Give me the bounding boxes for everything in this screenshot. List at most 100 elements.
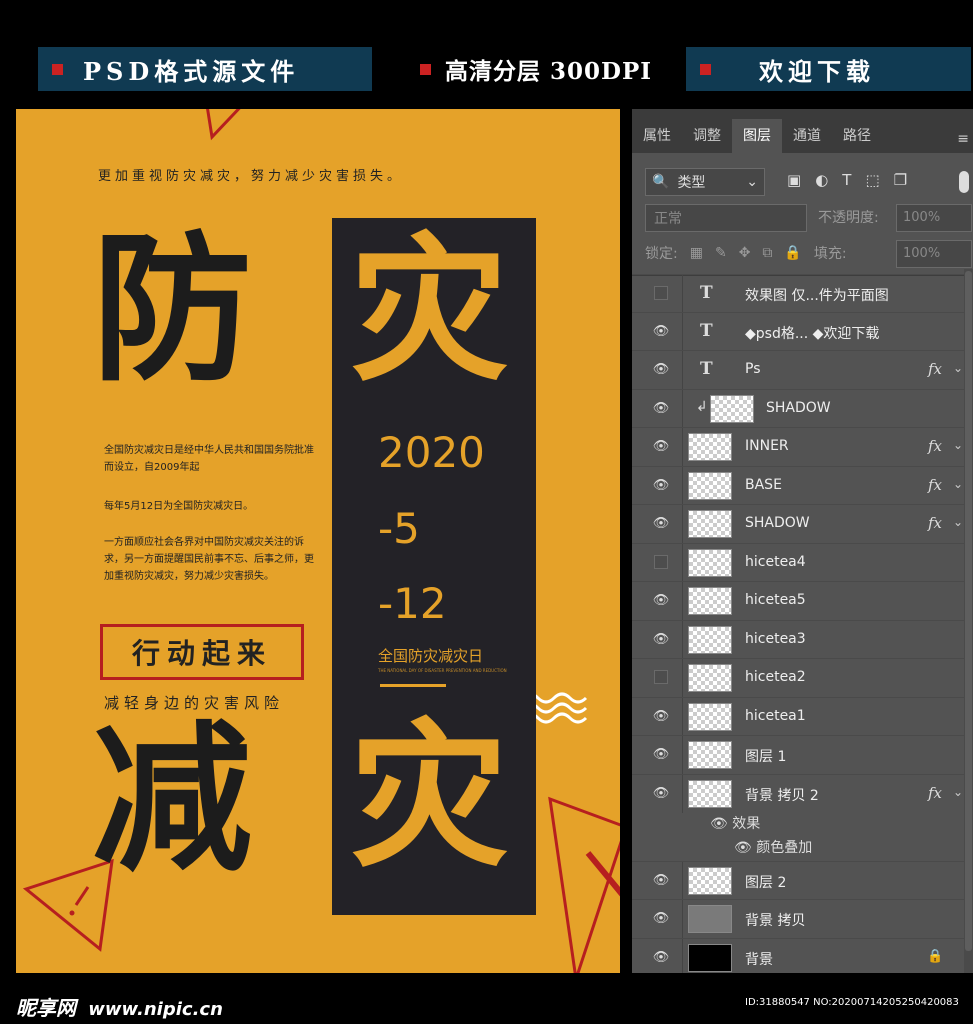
- eye-icon[interactable]: 👁: [652, 949, 670, 967]
- poster-canvas: 更加重视防灾减灾，努力减少灾害损失。 防 减 灾 2020 -5 -12 全国防…: [16, 109, 620, 973]
- panel-menu-icon[interactable]: ≡: [957, 131, 969, 147]
- layer-row[interactable]: hicetea2: [632, 658, 964, 697]
- action-box: 行动起来: [100, 624, 304, 680]
- search-icon: 🔍: [652, 174, 670, 190]
- filter-toggle[interactable]: [959, 171, 969, 193]
- layer-row[interactable]: 👁 hicetea5: [632, 581, 964, 620]
- divider: [682, 467, 683, 505]
- chevron-down-icon: ⌄: [746, 174, 758, 190]
- layer-row[interactable]: T 效果图 仅...件为平面图: [632, 274, 964, 313]
- eye-icon[interactable]: 👁: [652, 438, 670, 456]
- layers-panel: 属性 调整 图层 通道 路径 ≡ 🔍 类型 ⌄ ▣ ◐ T ⬚ ❐ 正常 不透明…: [632, 109, 973, 973]
- eye-icon[interactable]: 👁: [652, 708, 670, 726]
- layer-filter-dropdown[interactable]: 🔍 类型 ⌄: [645, 168, 765, 196]
- layer-row[interactable]: hicetea4: [632, 543, 964, 582]
- visibility-off-box[interactable]: [654, 670, 668, 684]
- eye-icon[interactable]: 👁: [652, 361, 670, 379]
- layer-row[interactable]: 👁 INNER fx ⌄: [632, 427, 964, 466]
- chevron-down-icon[interactable]: ⌄: [953, 477, 963, 491]
- eye-icon[interactable]: 👁: [652, 400, 670, 418]
- layer-row[interactable]: 👁 hicetea1: [632, 697, 964, 736]
- layer-thumbnail: [688, 510, 732, 538]
- layer-row[interactable]: 👁 背景 拷贝 2 fx ⌄: [632, 774, 964, 813]
- fill-input[interactable]: 100%: [896, 240, 972, 268]
- layer-scrollbar[interactable]: [964, 269, 973, 973]
- layer-row[interactable]: 👁 背景 拷贝: [632, 899, 964, 938]
- headline-char-zai: 灾: [350, 704, 508, 889]
- tab-layers[interactable]: 图层: [732, 119, 782, 153]
- layer-row[interactable]: 👁 图层 2: [632, 861, 964, 900]
- paragraph: 一方面顺应社会各界对中国防灾减灾关注的诉求，另一方面提醒国民前事不忘、后事之师，…: [104, 537, 314, 582]
- layer-thumbnail: [688, 780, 732, 808]
- layer-row[interactable]: 👁 ↲ SHADOW: [632, 389, 964, 428]
- layer-name: INNER: [745, 438, 789, 454]
- chevron-down-icon[interactable]: ⌄: [953, 438, 963, 452]
- lock-row: 锁定: ▦ ✎ ✥ ⧉ 🔒 填充:: [645, 243, 847, 263]
- layer-thumbnail: [688, 626, 732, 654]
- divider: [682, 659, 683, 697]
- divider: [682, 736, 683, 774]
- layer-name: hicetea1: [745, 708, 806, 724]
- fx-icon[interactable]: fx: [928, 360, 942, 378]
- layer-row[interactable]: 👁 SHADOW fx ⌄: [632, 504, 964, 543]
- lock-transparent-icon[interactable]: ▦: [690, 245, 703, 261]
- eye-icon[interactable]: 👁: [652, 477, 670, 495]
- eye-icon[interactable]: 👁: [710, 816, 728, 832]
- divider: [682, 390, 683, 428]
- layer-row[interactable]: 👁 hicetea3: [632, 620, 964, 659]
- lock-artboard-icon[interactable]: ⧉: [762, 245, 772, 261]
- logo-cn: 昵享网: [16, 996, 76, 1020]
- chevron-down-icon[interactable]: ⌄: [953, 515, 963, 529]
- shape-filter-icon[interactable]: ⬚: [865, 171, 879, 189]
- layer-row[interactable]: 👁 T ◆psd格... ◆欢迎下载: [632, 312, 964, 351]
- eye-icon[interactable]: 👁: [652, 323, 670, 341]
- eye-icon[interactable]: 👁: [652, 785, 670, 803]
- visibility-off-box[interactable]: [654, 555, 668, 569]
- fx-icon[interactable]: fx: [928, 437, 942, 455]
- blend-mode-dropdown[interactable]: 正常: [645, 204, 807, 232]
- tab-adjustments[interactable]: 调整: [682, 119, 732, 153]
- headline-char-zai: 灾: [350, 218, 508, 403]
- layer-row[interactable]: 👁 背景 🔒: [632, 938, 964, 973]
- text-layer-icon: T: [700, 283, 713, 303]
- eye-icon[interactable]: 👁: [652, 746, 670, 764]
- layer-row[interactable]: 👁 图层 1: [632, 735, 964, 774]
- headline-char-fang: 防: [92, 215, 253, 403]
- scrollbar-thumb[interactable]: [965, 271, 972, 951]
- layer-name: hicetea3: [745, 631, 806, 647]
- lock-label: 锁定:: [645, 246, 678, 262]
- chevron-down-icon[interactable]: ⌄: [953, 361, 963, 375]
- eye-icon[interactable]: 👁: [652, 872, 670, 890]
- layer-name: 图层 1: [745, 749, 787, 765]
- eye-icon[interactable]: 👁: [652, 592, 670, 610]
- fx-icon[interactable]: fx: [928, 784, 942, 802]
- date-panel: 灾 2020 -5 -12 全国防灾减灾日 THE NATIONAL DAY O…: [332, 218, 536, 915]
- lock-position-icon[interactable]: ✥: [739, 245, 751, 261]
- layer-row[interactable]: 👁 T Ps fx ⌄: [632, 350, 964, 389]
- eye-icon[interactable]: 👁: [652, 631, 670, 649]
- image-filter-icon[interactable]: ▣: [787, 171, 801, 189]
- opacity-label: 不透明度:: [818, 210, 879, 226]
- color-overlay-row[interactable]: 👁 颜色叠加: [734, 837, 812, 857]
- opacity-input[interactable]: 100%: [896, 204, 972, 232]
- visibility-off-box[interactable]: [654, 286, 668, 300]
- adjustment-filter-icon[interactable]: ◐: [815, 171, 828, 189]
- layer-row[interactable]: 👁 BASE fx ⌄: [632, 466, 964, 505]
- eye-icon[interactable]: 👁: [734, 840, 752, 856]
- chevron-down-icon[interactable]: ⌄: [953, 785, 963, 799]
- fx-icon[interactable]: fx: [928, 514, 942, 532]
- layer-name: Ps: [745, 361, 761, 377]
- fx-icon[interactable]: fx: [928, 476, 942, 494]
- effects-row[interactable]: 👁 效果: [710, 813, 760, 833]
- tab-channels[interactable]: 通道: [782, 119, 832, 153]
- type-filter-icon[interactable]: T: [842, 171, 851, 189]
- eye-icon[interactable]: 👁: [652, 910, 670, 928]
- lock-image-icon[interactable]: ✎: [715, 245, 727, 261]
- red-square-icon: [420, 63, 431, 75]
- paragraph: 每年5月12日为全国防灾减灾日。: [104, 501, 254, 512]
- lock-all-icon[interactable]: 🔒: [784, 245, 801, 261]
- tab-paths[interactable]: 路径: [832, 119, 882, 153]
- eye-icon[interactable]: 👁: [652, 515, 670, 533]
- tab-properties[interactable]: 属性: [632, 119, 682, 153]
- smart-object-filter-icon[interactable]: ❐: [894, 171, 907, 189]
